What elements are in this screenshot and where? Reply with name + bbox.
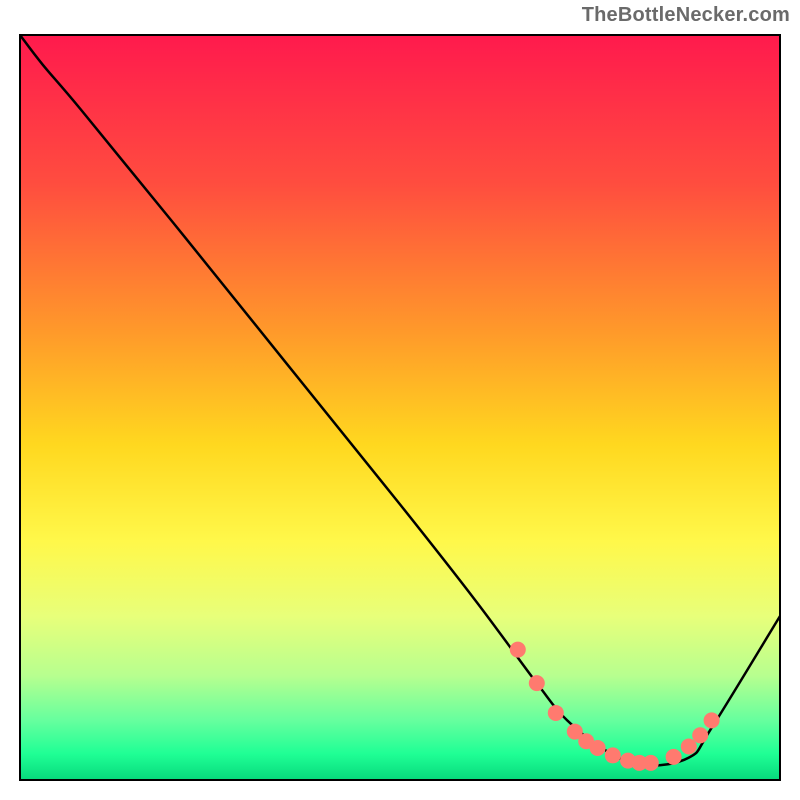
highlight-marker: [704, 712, 720, 728]
chart-svg: [0, 0, 800, 800]
highlight-marker: [510, 642, 526, 658]
highlight-marker: [643, 755, 659, 771]
highlight-marker: [666, 749, 682, 765]
highlight-marker: [590, 740, 606, 756]
bottleneck-chart: TheBottleNecker.com: [0, 0, 800, 800]
highlight-marker: [681, 738, 697, 754]
highlight-marker: [548, 705, 564, 721]
highlight-marker: [529, 675, 545, 691]
chart-background: [20, 35, 780, 780]
highlight-marker: [605, 747, 621, 763]
highlight-marker: [692, 727, 708, 743]
